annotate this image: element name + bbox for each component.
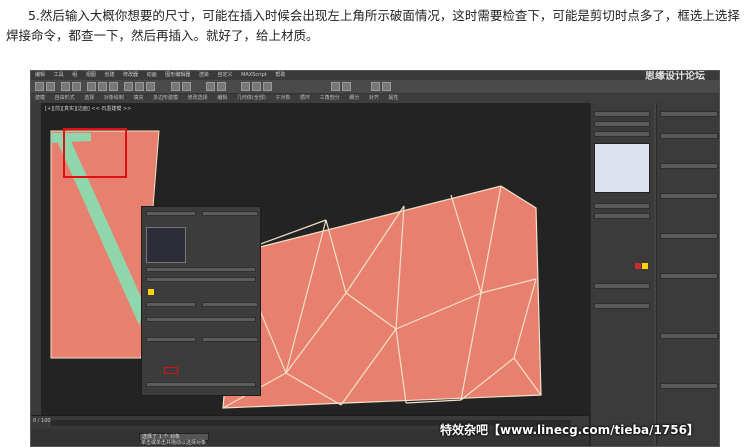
material-editor-icon[interactable]	[241, 82, 250, 91]
panel-row[interactable]	[146, 382, 256, 387]
panel-row[interactable]	[660, 111, 718, 117]
ribbon-sub-properties[interactable]: 属性	[388, 95, 398, 101]
command-panel[interactable]	[589, 103, 719, 446]
panel-row[interactable]	[146, 337, 196, 342]
panel-row[interactable]	[146, 277, 256, 282]
ribbon-tab-modeling[interactable]: 建模	[35, 95, 45, 101]
move-icon[interactable]	[124, 82, 133, 91]
ribbon-sub-polymodeling[interactable]: 多边形建模	[153, 95, 178, 101]
material-floating-panel[interactable]	[141, 206, 261, 396]
panel-row[interactable]	[660, 333, 718, 339]
curve-editor-icon[interactable]	[331, 82, 340, 91]
menu-graph-editors[interactable]: 图形编辑器	[165, 72, 190, 78]
menu-rendering[interactable]: 渲染	[199, 72, 209, 78]
render-setup-icon[interactable]	[252, 82, 261, 91]
panel-row[interactable]	[594, 111, 650, 117]
panel-row[interactable]	[660, 273, 718, 279]
frame-counter: 0 / 100	[33, 418, 51, 424]
panel-row[interactable]	[594, 213, 650, 219]
link-icon[interactable]	[61, 82, 70, 91]
panel-row[interactable]	[594, 283, 650, 289]
angle-snap-icon[interactable]	[182, 82, 191, 91]
max-screenshot: 编辑 工具 组 视图 创建 修改器 动画 图形编辑器 渲染 自定义 MAXScr…	[30, 70, 720, 447]
material-preview-swatch[interactable]	[146, 227, 186, 263]
color-swatch-yellow[interactable]	[148, 289, 154, 295]
viewport-left-strip	[31, 103, 41, 415]
menu-tools[interactable]: 工具	[54, 72, 64, 78]
panel-row[interactable]	[146, 267, 256, 272]
menu-modifiers[interactable]: 修改器	[123, 72, 138, 78]
ribbon-sub-tris[interactable]: 三角剖分	[320, 95, 340, 101]
select-by-name-icon[interactable]	[98, 82, 107, 91]
snap-icon[interactable]	[171, 82, 180, 91]
lowpoly-mesh	[222, 185, 542, 409]
graphite-ribbon: 建模 自由形式 选择 对象绘制 填充 多边形建模 修改选择 编辑 几何体(全部)…	[31, 94, 719, 103]
prompt-hint: 单击或单击并拖动以选择对象	[141, 440, 207, 446]
schematic-icon[interactable]	[342, 82, 351, 91]
layer-icon[interactable]	[371, 82, 380, 91]
main-toolbar	[31, 80, 719, 94]
redo-icon[interactable]	[46, 82, 55, 91]
ribbon-tab-populate[interactable]: 填充	[133, 95, 143, 101]
forum-watermark: 特效杂吧【www.linecg.com/tieba/1756】	[440, 423, 699, 437]
ribbon-sub-subobject[interactable]: 子对象	[275, 95, 290, 101]
panel-row[interactable]	[594, 121, 650, 127]
panel-row[interactable]	[202, 302, 258, 307]
menu-maxscript[interactable]: MAXScript	[241, 72, 267, 78]
unlink-icon[interactable]	[72, 82, 81, 91]
broken-face-highlight	[63, 128, 127, 178]
menu-bar: 编辑 工具 组 视图 创建 修改器 动画 图形编辑器 渲染 自定义 MAXScr…	[31, 71, 719, 80]
menu-edit[interactable]: 编辑	[35, 72, 45, 78]
ribbon-sub-modify-sel[interactable]: 修改选择	[188, 95, 208, 101]
rotate-icon[interactable]	[135, 82, 144, 91]
ribbon-tab-freeform[interactable]: 自由形式	[55, 95, 75, 101]
rect-select-icon[interactable]	[109, 82, 118, 91]
panel-row[interactable]	[660, 163, 718, 169]
ribbon-tab-selection[interactable]: 选择	[84, 95, 94, 101]
panel-row[interactable]	[146, 317, 256, 322]
align-icon[interactable]	[217, 82, 226, 91]
teapot-render-icon[interactable]	[382, 82, 391, 91]
panel-row[interactable]	[660, 383, 718, 389]
menu-create[interactable]: 创建	[104, 72, 114, 78]
front-viewport[interactable]: [+][前][真实][边面] << 石墨建模 >>	[41, 103, 589, 415]
scale-icon[interactable]	[146, 82, 155, 91]
mirror-icon[interactable]	[206, 82, 215, 91]
tutorial-caption: 5.然后输入大概你想要的尺寸，可能在插入时候会出现左上角所示破面情况，这时需要检…	[6, 8, 740, 43]
panel-row[interactable]	[146, 302, 196, 307]
vertex-mode-icon[interactable]	[635, 263, 641, 269]
menu-customize[interactable]: 自定义	[217, 72, 232, 78]
ribbon-tab-object-paint[interactable]: 对象绘制	[104, 95, 124, 101]
ribbon-sub-edit[interactable]: 编辑	[217, 95, 227, 101]
menu-views[interactable]: 视图	[86, 72, 96, 78]
ribbon-sub-subdivision[interactable]: 细分	[349, 95, 359, 101]
panel-row[interactable]	[146, 211, 196, 216]
panel-row[interactable]	[660, 193, 718, 199]
menu-animation[interactable]: 动画	[147, 72, 157, 78]
render-icon[interactable]	[263, 82, 272, 91]
menu-help[interactable]: 帮助	[275, 72, 285, 78]
menu-group[interactable]: 组	[72, 72, 77, 78]
ribbon-sub-align[interactable]: 对齐	[369, 95, 379, 101]
panel-row[interactable]	[202, 337, 258, 342]
panel-row[interactable]	[594, 203, 650, 209]
ribbon-sub-geometry[interactable]: 几何体(全部)	[237, 95, 266, 101]
panel-row[interactable]	[594, 303, 650, 309]
panel-row[interactable]	[594, 131, 650, 137]
select-icon[interactable]	[87, 82, 96, 91]
panel-row[interactable]	[202, 211, 258, 216]
modifier-stack[interactable]	[594, 143, 650, 193]
ribbon-sub-loops[interactable]: 循环	[300, 95, 310, 101]
undo-icon[interactable]	[35, 82, 44, 91]
panel-row[interactable]	[660, 133, 718, 139]
edge-mode-icon[interactable]	[642, 263, 648, 269]
weld-button-highlight[interactable]	[164, 367, 178, 374]
panel-row[interactable]	[660, 233, 718, 239]
